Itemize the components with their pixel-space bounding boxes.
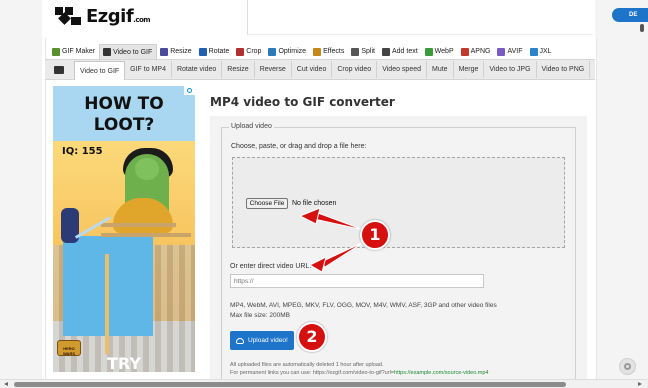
tab-reverse[interactable]: Reverse [255, 61, 292, 78]
video-icon [103, 48, 112, 56]
main-nav-item-split[interactable]: Split [348, 44, 379, 59]
main-nav-item-avif[interactable]: AVIF [494, 44, 526, 59]
horizontal-scrollbar-thumb[interactable] [14, 382, 566, 387]
site-logo[interactable]: Ezgif.com [55, 5, 151, 27]
ad-iq: IQ: 155 [62, 146, 103, 157]
add-text-icon [381, 47, 390, 56]
tab-mute[interactable]: Mute [427, 61, 454, 78]
main-nav-item-resize[interactable]: Resize [157, 44, 195, 59]
settings-gear-icon[interactable] [619, 358, 636, 375]
video-url-input[interactable] [230, 274, 484, 288]
callout-badge-1: 1 [360, 220, 390, 250]
split-icon [351, 47, 360, 56]
resize-icon [160, 47, 169, 56]
main-nav-label: AVIF [507, 48, 523, 55]
tab-crop-video[interactable]: Crop video [332, 61, 378, 78]
ad-choices-icon[interactable] [184, 86, 195, 95]
left-page-margin [0, 0, 42, 388]
upload-video-button[interactable]: Upload video! [230, 331, 294, 350]
scroll-left-arrow-icon[interactable] [4, 382, 8, 386]
supported-formats-text: MP4, WebM, AVI, MPEG, MKV, FLV, OGG, MOV… [230, 302, 497, 309]
crop-icon [236, 47, 245, 56]
jxl-icon [529, 47, 538, 56]
right-page-margin [595, 0, 648, 388]
ad-artwork: HOW TO LOOT? IQ: 155 HERO WARS TRY [53, 86, 195, 372]
ad-title-line2: LOOT? [93, 115, 155, 135]
main-nav-label: Optimize [278, 48, 307, 55]
tab-cut-video[interactable]: Cut video [292, 61, 333, 78]
ad-title-line1: HOW TO [84, 94, 164, 114]
main-nav-label: Effects [323, 48, 345, 55]
main-nav-label: GIF Maker [62, 48, 96, 55]
optimize-icon [268, 47, 277, 56]
main-nav: GIF Maker Video to GIF Resize Rotate Crop Opt… [49, 44, 556, 59]
main-nav-item-jxl[interactable]: JXL [527, 44, 556, 59]
logo-text: Ezgif.com [86, 5, 151, 27]
permanent-link-note: For permanent links you can use: https:/… [230, 370, 489, 376]
main-nav-item-video-to-gif[interactable]: Video to GIF [99, 44, 158, 59]
no-file-text: No file chosen [292, 200, 337, 207]
main-nav-item-crop[interactable]: Crop [233, 44, 265, 59]
max-file-size-text: Max file size: 200MB [230, 312, 290, 319]
effects-icon [313, 47, 322, 56]
sub-nav: Video to GIF GIF to MP4 Rotate video Resize… [45, 59, 595, 80]
cloud-upload-icon [236, 337, 244, 344]
header-ad-slot [247, 0, 593, 35]
tab-merge[interactable]: Merge [454, 61, 485, 78]
main-nav-item-webp[interactable]: WebP [422, 44, 458, 59]
horizontal-scrollbar[interactable] [0, 379, 648, 388]
tab-video-to-jpg[interactable]: Video to JPG [484, 61, 537, 78]
avif-icon [497, 47, 506, 56]
film-icon [49, 64, 69, 76]
main-nav-label: Crop [246, 48, 262, 55]
tab-video-speed[interactable]: Video speed [377, 61, 427, 78]
main-nav-label: JXL [539, 48, 552, 55]
video-url-label: Or enter direct video URL: [230, 263, 312, 270]
main-nav-item-apng[interactable]: APNG [458, 44, 495, 59]
example-url-link[interactable]: https://example.com/source-video.mp4 [394, 370, 488, 376]
corner-button[interactable]: DE [612, 8, 648, 22]
main-nav-label: APNG [470, 48, 491, 55]
main-nav-item-optimize[interactable]: Optimize [265, 44, 310, 59]
tab-video-to-gif[interactable]: Video to GIF [74, 61, 126, 80]
scroll-right-arrow-icon[interactable] [638, 382, 642, 386]
main-nav-label: Add text [391, 48, 418, 55]
main-nav-label: Resize [170, 48, 192, 55]
upload-legend: Upload video [229, 123, 274, 130]
main-nav-label: Rotate [208, 48, 230, 55]
main-nav-item-effects[interactable]: Effects [310, 44, 348, 59]
main-nav-item-gif-maker[interactable]: GIF Maker [49, 44, 99, 59]
webp-icon [424, 47, 433, 56]
tab-resize[interactable]: Resize [222, 61, 255, 78]
apng-icon [460, 47, 469, 56]
rotate-icon [198, 47, 207, 56]
tab-rotate-video[interactable]: Rotate video [172, 61, 223, 78]
vertical-scrollbar-thumb[interactable] [640, 24, 644, 32]
upload-video-label: Upload video! [248, 337, 288, 344]
tab-gif-to-mp4[interactable]: GIF to MP4 [125, 61, 172, 78]
auto-delete-note: All uploaded files are automatically del… [230, 362, 384, 368]
choose-file-button[interactable]: Choose File [246, 198, 288, 209]
callout-badge-2: 2 [297, 322, 327, 352]
gif-maker-icon [52, 47, 60, 56]
ad-try-button[interactable]: TRY [53, 354, 195, 372]
logo-mark-icon [55, 5, 83, 27]
main-nav-label: WebP [434, 48, 454, 55]
main-nav-label: Split [361, 48, 375, 55]
choose-file-label: Choose, paste, or drag and drop a file h… [231, 143, 367, 150]
main-nav-label: Video to GIF [113, 48, 153, 56]
tab-video-to-png[interactable]: Video to PNG [537, 61, 591, 78]
main-nav-item-add-text[interactable]: Add text [379, 44, 422, 59]
main-nav-item-rotate[interactable]: Rotate [196, 44, 234, 59]
page-title: MP4 video to GIF converter [210, 95, 395, 109]
